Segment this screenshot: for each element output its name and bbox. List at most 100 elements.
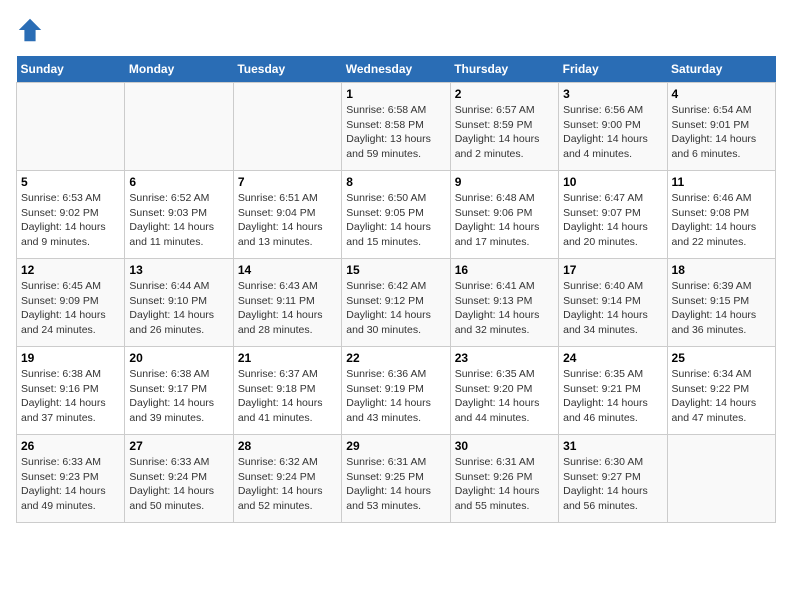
calendar-body: 1Sunrise: 6:58 AM Sunset: 8:58 PM Daylig… (17, 83, 776, 523)
logo (16, 16, 48, 44)
day-number: 5 (21, 175, 120, 189)
day-content: Sunrise: 6:38 AM Sunset: 9:16 PM Dayligh… (21, 367, 120, 426)
calendar-week-row: 12 Sunrise: 6:45 AM Sunset: 9:09 PM Dayli… (17, 259, 776, 347)
day-number: 6 (129, 175, 228, 189)
day-content: Sunrise: 6:43 AM Sunset: 9:11 PM Dayligh… (238, 279, 337, 338)
calendar-cell (17, 83, 125, 171)
calendar-cell: 7 Sunrise: 6:51 AM Sunset: 9:04 PM Daylig… (233, 171, 341, 259)
day-content: Sunrise: 6:38 AM Sunset: 9:17 PM Dayligh… (129, 367, 228, 426)
day-content: Sunrise: 6:53 AM Sunset: 9:02 PM Dayligh… (21, 191, 120, 250)
weekday-header-friday: Friday (559, 56, 667, 83)
day-number: 24 (563, 351, 662, 365)
day-number: 15 (346, 263, 445, 277)
calendar-cell: 18Sunrise: 6:39 AM Sunset: 9:15 PM Dayli… (667, 259, 775, 347)
calendar-cell: 20 Sunrise: 6:38 AM Sunset: 9:17 PM Dayli… (125, 347, 233, 435)
calendar-cell (125, 83, 233, 171)
day-number: 17 (563, 263, 662, 277)
day-number: 16 (455, 263, 554, 277)
day-number: 31 (563, 439, 662, 453)
weekday-header-sunday: Sunday (17, 56, 125, 83)
day-number: 14 (238, 263, 337, 277)
weekday-header-tuesday: Tuesday (233, 56, 341, 83)
day-number: 10 (563, 175, 662, 189)
calendar-cell: 16 Sunrise: 6:41 AM Sunset: 9:13 PM Dayli… (450, 259, 558, 347)
calendar-cell: 4 Sunrise: 6:54 AM Sunset: 9:01 PM Daylig… (667, 83, 775, 171)
day-number: 2 (455, 87, 554, 101)
calendar-cell (667, 435, 775, 523)
day-content: Sunrise: 6:45 AM Sunset: 9:09 PM Dayligh… (21, 279, 120, 338)
day-content: Sunrise: 6:56 AM Sunset: 9:00 PM Dayligh… (563, 103, 662, 162)
day-content: Sunrise: 6:33 AM Sunset: 9:23 PM Dayligh… (21, 455, 120, 514)
day-content: Sunrise: 6:48 AM Sunset: 9:06 PM Dayligh… (455, 191, 554, 250)
day-content: Sunrise: 6:31 AM Sunset: 9:25 PM Dayligh… (346, 455, 445, 514)
day-content: Sunrise: 6:36 AM Sunset: 9:19 PM Dayligh… (346, 367, 445, 426)
page-header (16, 16, 776, 44)
calendar-cell: 13 Sunrise: 6:44 AM Sunset: 9:10 PM Dayli… (125, 259, 233, 347)
calendar-cell: 26 Sunrise: 6:33 AM Sunset: 9:23 PM Dayli… (17, 435, 125, 523)
calendar-week-row: 5 Sunrise: 6:53 AM Sunset: 9:02 PM Daylig… (17, 171, 776, 259)
day-number: 13 (129, 263, 228, 277)
day-content: Sunrise: 6:33 AM Sunset: 9:24 PM Dayligh… (129, 455, 228, 514)
calendar-week-row: 26 Sunrise: 6:33 AM Sunset: 9:23 PM Dayli… (17, 435, 776, 523)
calendar-cell: 2Sunrise: 6:57 AM Sunset: 8:59 PM Daylig… (450, 83, 558, 171)
calendar-cell: 25 Sunrise: 6:34 AM Sunset: 9:22 PM Dayli… (667, 347, 775, 435)
calendar-header: SundayMondayTuesdayWednesdayThursdayFrid… (17, 56, 776, 83)
day-content: Sunrise: 6:51 AM Sunset: 9:04 PM Dayligh… (238, 191, 337, 250)
calendar-cell: 29Sunrise: 6:31 AM Sunset: 9:25 PM Dayli… (342, 435, 450, 523)
calendar-cell: 5 Sunrise: 6:53 AM Sunset: 9:02 PM Daylig… (17, 171, 125, 259)
calendar-cell: 14 Sunrise: 6:43 AM Sunset: 9:11 PM Dayli… (233, 259, 341, 347)
weekday-header-monday: Monday (125, 56, 233, 83)
calendar-cell: 10Sunrise: 6:47 AM Sunset: 9:07 PM Dayli… (559, 171, 667, 259)
day-content: Sunrise: 6:32 AM Sunset: 9:24 PM Dayligh… (238, 455, 337, 514)
calendar-cell: 28 Sunrise: 6:32 AM Sunset: 9:24 PM Dayli… (233, 435, 341, 523)
day-content: Sunrise: 6:31 AM Sunset: 9:26 PM Dayligh… (455, 455, 554, 514)
calendar-cell: 8 Sunrise: 6:50 AM Sunset: 9:05 PM Daylig… (342, 171, 450, 259)
day-content: Sunrise: 6:42 AM Sunset: 9:12 PM Dayligh… (346, 279, 445, 338)
day-content: Sunrise: 6:39 AM Sunset: 9:15 PM Dayligh… (672, 279, 771, 338)
day-number: 22 (346, 351, 445, 365)
calendar-cell: 19 Sunrise: 6:38 AM Sunset: 9:16 PM Dayli… (17, 347, 125, 435)
day-number: 27 (129, 439, 228, 453)
day-content: Sunrise: 6:37 AM Sunset: 9:18 PM Dayligh… (238, 367, 337, 426)
calendar-cell: 17Sunrise: 6:40 AM Sunset: 9:14 PM Dayli… (559, 259, 667, 347)
day-content: Sunrise: 6:41 AM Sunset: 9:13 PM Dayligh… (455, 279, 554, 338)
day-number: 12 (21, 263, 120, 277)
calendar-cell: 11 Sunrise: 6:46 AM Sunset: 9:08 PM Dayli… (667, 171, 775, 259)
calendar-week-row: 1Sunrise: 6:58 AM Sunset: 8:58 PM Daylig… (17, 83, 776, 171)
day-number: 26 (21, 439, 120, 453)
calendar-cell: 9Sunrise: 6:48 AM Sunset: 9:06 PM Daylig… (450, 171, 558, 259)
calendar-cell: 6 Sunrise: 6:52 AM Sunset: 9:03 PM Daylig… (125, 171, 233, 259)
day-number: 19 (21, 351, 120, 365)
calendar-week-row: 19 Sunrise: 6:38 AM Sunset: 9:16 PM Dayli… (17, 347, 776, 435)
calendar-cell: 21Sunrise: 6:37 AM Sunset: 9:18 PM Dayli… (233, 347, 341, 435)
day-content: Sunrise: 6:34 AM Sunset: 9:22 PM Dayligh… (672, 367, 771, 426)
calendar-cell: 22 Sunrise: 6:36 AM Sunset: 9:19 PM Dayli… (342, 347, 450, 435)
day-number: 20 (129, 351, 228, 365)
day-content: Sunrise: 6:50 AM Sunset: 9:05 PM Dayligh… (346, 191, 445, 250)
calendar-cell: 31 Sunrise: 6:30 AM Sunset: 9:27 PM Dayli… (559, 435, 667, 523)
day-content: Sunrise: 6:52 AM Sunset: 9:03 PM Dayligh… (129, 191, 228, 250)
day-content: Sunrise: 6:44 AM Sunset: 9:10 PM Dayligh… (129, 279, 228, 338)
day-number: 7 (238, 175, 337, 189)
calendar-cell: 30 Sunrise: 6:31 AM Sunset: 9:26 PM Dayli… (450, 435, 558, 523)
day-content: Sunrise: 6:35 AM Sunset: 9:21 PM Dayligh… (563, 367, 662, 426)
calendar-cell: 27 Sunrise: 6:33 AM Sunset: 9:24 PM Dayli… (125, 435, 233, 523)
day-number: 25 (672, 351, 771, 365)
day-number: 4 (672, 87, 771, 101)
calendar-cell: 12 Sunrise: 6:45 AM Sunset: 9:09 PM Dayli… (17, 259, 125, 347)
day-number: 3 (563, 87, 662, 101)
day-number: 11 (672, 175, 771, 189)
day-content: Sunrise: 6:30 AM Sunset: 9:27 PM Dayligh… (563, 455, 662, 514)
day-number: 1 (346, 87, 445, 101)
day-number: 28 (238, 439, 337, 453)
calendar-cell: 23Sunrise: 6:35 AM Sunset: 9:20 PM Dayli… (450, 347, 558, 435)
day-number: 8 (346, 175, 445, 189)
calendar-cell: 1Sunrise: 6:58 AM Sunset: 8:58 PM Daylig… (342, 83, 450, 171)
weekday-header-saturday: Saturday (667, 56, 775, 83)
calendar-table: SundayMondayTuesdayWednesdayThursdayFrid… (16, 56, 776, 523)
day-content: Sunrise: 6:54 AM Sunset: 9:01 PM Dayligh… (672, 103, 771, 162)
day-number: 30 (455, 439, 554, 453)
weekday-header-thursday: Thursday (450, 56, 558, 83)
day-content: Sunrise: 6:46 AM Sunset: 9:08 PM Dayligh… (672, 191, 771, 250)
calendar-cell: 15 Sunrise: 6:42 AM Sunset: 9:12 PM Dayli… (342, 259, 450, 347)
